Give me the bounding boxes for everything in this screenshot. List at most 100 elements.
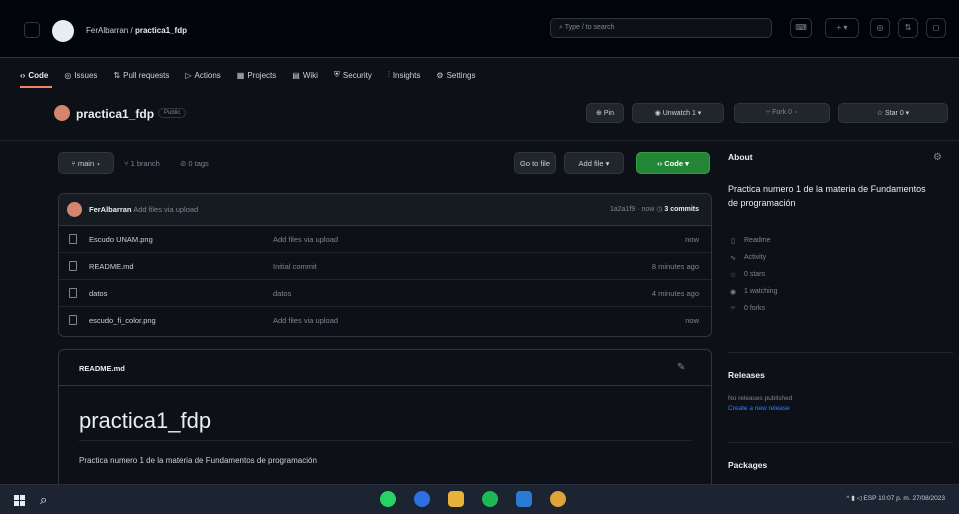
table-row[interactable]: escudo_fi_color.png Add files via upload… [59, 307, 711, 334]
commit-author[interactable]: FerAlbarran [89, 205, 132, 214]
commit-message[interactable]: Add files via upload [133, 205, 198, 214]
pull-request-icon: ⇅ [113, 70, 121, 80]
search-icon[interactable]: ⌕ [40, 492, 47, 508]
releases-heading[interactable]: Releases [728, 370, 765, 380]
table-row[interactable]: datos datos 4 minutes ago [59, 280, 711, 307]
clock[interactable]: 10:07 p. m. 27/08/2023 [878, 495, 945, 502]
fork-button[interactable]: ⑂ Fork 0 ▾ [734, 103, 830, 123]
graph-icon: ⫶ [387, 70, 390, 79]
fork-icon: ⑂ [730, 305, 736, 312]
tab-projects[interactable]: ▦ Projects [237, 66, 276, 84]
word-icon[interactable] [516, 491, 532, 507]
breadcrumb-separator: / [130, 26, 133, 35]
file-browser: FerAlbarran Add files via upload 1a2a1f9… [58, 193, 712, 337]
file-name[interactable]: Escudo UNAM.png [89, 235, 153, 244]
file-commit-message[interactable]: Initial commit [273, 262, 317, 271]
pencil-icon[interactable]: ✎ [677, 362, 689, 374]
tab-settings[interactable]: ⚙ Settings [436, 66, 475, 84]
search-placeholder: Type / to search [564, 24, 615, 31]
no-releases-text: No releases published [728, 395, 793, 402]
packages-heading[interactable]: Packages [728, 460, 767, 470]
header-divider [0, 140, 959, 141]
tab-insights[interactable]: ⫶ Insights [388, 66, 421, 84]
tab-wiki[interactable]: ▤ Wiki [292, 66, 318, 84]
tab-pull-requests[interactable]: ⇅ Pull requests [113, 66, 169, 84]
chrome-icon[interactable] [550, 491, 566, 507]
unwatch-button[interactable]: ◉ Unwatch 1 ▾ [632, 103, 724, 123]
create-release-link[interactable]: Create a new release [728, 404, 792, 414]
folder-icon[interactable] [448, 491, 464, 507]
eye-icon: ◉ [729, 288, 737, 296]
file-time: 8 minutes ago [651, 262, 699, 271]
branches-link[interactable]: ⑂ 1 branch [124, 159, 160, 168]
sidebar-item-watching[interactable]: ◉ 1 watching [728, 283, 778, 300]
tags-link[interactable]: ⊘ 0 tags [180, 159, 209, 168]
github-logo-icon[interactable] [52, 20, 74, 42]
tab-security[interactable]: ⛨ Security [334, 66, 372, 84]
commit-hash[interactable]: 1a2a1f9 · now [610, 206, 654, 213]
commit-meta: 1a2a1f9 · now ◷ 3 commits [610, 205, 699, 213]
avatar[interactable] [67, 202, 82, 217]
windows-start-icon[interactable] [14, 495, 25, 506]
sidebar-item-forks[interactable]: ⑂ 0 forks [728, 300, 777, 317]
selected-tab-indicator [20, 86, 52, 88]
file-icon [69, 234, 77, 244]
file-name[interactable]: README.md [89, 262, 134, 271]
file-commit-message[interactable]: Add files via upload [273, 316, 338, 325]
file-commit-message[interactable]: Add files via upload [273, 235, 338, 244]
system-tray[interactable]: ^ ▮ ◁ ESP 10:07 p. m. 27/08/2023 [846, 494, 945, 502]
watch-count: 1 [691, 110, 696, 117]
readme-header: README.md ✎ [59, 350, 711, 386]
readme-filename[interactable]: README.md [79, 364, 125, 373]
breadcrumb-owner[interactable]: FerAlbarran [86, 26, 128, 35]
spotify-icon[interactable] [482, 491, 498, 507]
repo-name[interactable]: practica1_fdp [76, 107, 154, 121]
star-count: 0 [899, 110, 904, 117]
file-commit-message[interactable]: datos [273, 289, 291, 298]
file-icon [69, 261, 77, 271]
code-button[interactable]: ‹› Code ▾ [636, 152, 710, 174]
readme-body: Practica numero 1 de la materia de Funda… [79, 456, 317, 465]
gear-icon[interactable]: ⚙ [933, 152, 942, 163]
book-icon: ▯ [731, 237, 735, 245]
sidebar-item-activity[interactable]: ∿ Activity [728, 249, 777, 266]
star-button[interactable]: ☆ Star 0 ▾ [838, 103, 948, 123]
inbox-icon[interactable]: ◻ [926, 18, 946, 38]
commits-link[interactable]: 3 commits [664, 206, 699, 213]
clock-time: 10:07 p. m. [878, 495, 911, 502]
breadcrumb: FerAlbarran / practica1_fdp [86, 26, 187, 35]
file-icon [69, 315, 77, 325]
search-input[interactable]: ⌕ Type / to search [550, 18, 772, 38]
plus-icon[interactable]: + ▾ [825, 18, 859, 38]
menu-icon[interactable] [24, 22, 40, 38]
go-to-file-button[interactable]: Go to file [514, 152, 556, 174]
language-indicator[interactable]: ESP [863, 495, 876, 502]
add-file-button[interactable]: Add file ▾ [564, 152, 624, 174]
whatsapp-icon[interactable] [380, 491, 396, 507]
tab-code[interactable]: ‹› Code [20, 66, 48, 84]
fork-count: 0 [788, 109, 792, 116]
pull-requests-icon[interactable]: ⇅ [898, 18, 918, 38]
terminal-icon[interactable]: ⌨ [790, 18, 812, 38]
repo-nav-tabs: ‹› Code ◎ Issues ⇅ Pull requests ▷ Actions ▦… [20, 66, 475, 84]
branch-select[interactable]: ⑂ main ▾ [58, 152, 114, 174]
avatar[interactable] [54, 105, 70, 121]
table-row[interactable]: README.md Initial commit 8 minutes ago [59, 253, 711, 280]
file-name[interactable]: escudo_fi_color.png [89, 316, 156, 325]
edge-icon[interactable] [414, 491, 430, 507]
table-row[interactable]: Escudo UNAM.png Add files via upload now [59, 226, 711, 253]
wiki-icon: ▤ [292, 70, 300, 80]
branch-icon: ⑂ [124, 159, 131, 168]
breadcrumb-repo[interactable]: practica1_fdp [135, 26, 187, 35]
tab-actions[interactable]: ▷ Actions [185, 66, 220, 84]
global-header: FerAlbarran / practica1_fdp ⌕ Type / to … [0, 0, 959, 80]
sidebar-item-stars[interactable]: ☆ 0 stars [728, 266, 777, 283]
pin-button[interactable]: ⊕ Pin [586, 103, 624, 123]
projects-icon: ▦ [236, 70, 245, 80]
latest-commit-bar: FerAlbarran Add files via upload 1a2a1f9… [59, 194, 711, 226]
code-icon: ‹› [20, 70, 26, 80]
issues-icon[interactable]: ◎ [870, 18, 890, 38]
file-name[interactable]: datos [89, 289, 107, 298]
sidebar-item-readme[interactable]: ▯ Readme [728, 232, 777, 249]
tab-issues[interactable]: ◎ Issues [64, 66, 97, 84]
